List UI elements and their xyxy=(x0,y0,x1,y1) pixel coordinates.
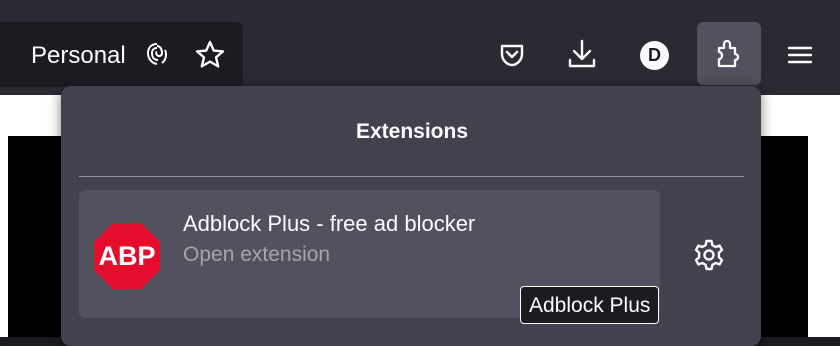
gear-icon[interactable] xyxy=(692,238,726,272)
download-icon[interactable] xyxy=(566,38,598,70)
extension-open-label[interactable]: Open extension xyxy=(183,243,330,267)
hamburger-menu-icon[interactable] xyxy=(785,40,815,70)
extension-name[interactable]: Adblock Plus - free ad blocker xyxy=(183,211,475,237)
tooltip: Adblock Plus xyxy=(520,286,660,324)
panel-separator xyxy=(79,176,744,177)
container-label[interactable]: Personal xyxy=(31,42,126,70)
abp-logo-text: ABP xyxy=(98,241,155,271)
fingerprint-icon[interactable] xyxy=(143,40,171,68)
pocket-icon[interactable] xyxy=(497,40,527,70)
panel-title: Extensions xyxy=(355,120,469,143)
puzzle-icon[interactable] xyxy=(713,36,745,70)
star-icon[interactable] xyxy=(194,39,226,71)
account-avatar[interactable]: D xyxy=(640,41,669,70)
abp-logo-icon: ABP xyxy=(94,223,160,289)
